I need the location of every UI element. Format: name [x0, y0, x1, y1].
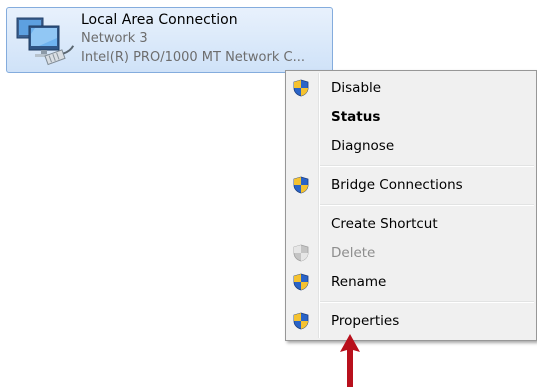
uac-shield-icon: [293, 244, 309, 262]
uac-shield-icon: [293, 79, 309, 97]
menu-item-label: Rename: [331, 274, 387, 290]
menu-item-label: Disable: [331, 80, 382, 96]
uac-shield-icon: [293, 176, 309, 194]
connection-network: Network 3: [81, 31, 148, 46]
menu-item-label: Status: [331, 109, 381, 125]
menu-item-diagnose[interactable]: Diagnose: [288, 132, 534, 160]
menu-item-create-shortcut[interactable]: Create Shortcut: [288, 210, 534, 238]
menu-separator: [320, 165, 534, 167]
menu-item-disable[interactable]: Disable: [288, 74, 534, 102]
menu-item-label: Delete: [331, 245, 376, 261]
local-area-connection-tile[interactable]: Local Area Connection Network 3 Intel(R)…: [6, 7, 333, 73]
menu-separator: [320, 301, 534, 303]
menu-item-bridge-connections[interactable]: Bridge Connections: [288, 171, 534, 199]
menu-item-status[interactable]: Status: [288, 103, 534, 131]
menu-item-delete[interactable]: Delete: [288, 239, 534, 267]
menu-item-properties[interactable]: Properties: [288, 307, 534, 335]
menu-separator: [320, 204, 534, 206]
menu-item-label: Bridge Connections: [331, 177, 463, 193]
connection-title: Local Area Connection: [81, 12, 238, 28]
connection-adapter: Intel(R) PRO/1000 MT Network C...: [81, 50, 305, 65]
red-arrow-icon: [340, 334, 360, 387]
context-menu: Disable Status Diagnose Bridge Connectio…: [285, 70, 537, 341]
uac-shield-icon: [293, 312, 309, 330]
menu-item-label: Create Shortcut: [331, 216, 438, 232]
menu-item-rename[interactable]: Rename: [288, 268, 534, 296]
menu-item-label: Diagnose: [331, 138, 395, 154]
network-connection-icon: [16, 17, 75, 66]
uac-shield-icon: [293, 273, 309, 291]
menu-item-label: Properties: [331, 313, 400, 329]
